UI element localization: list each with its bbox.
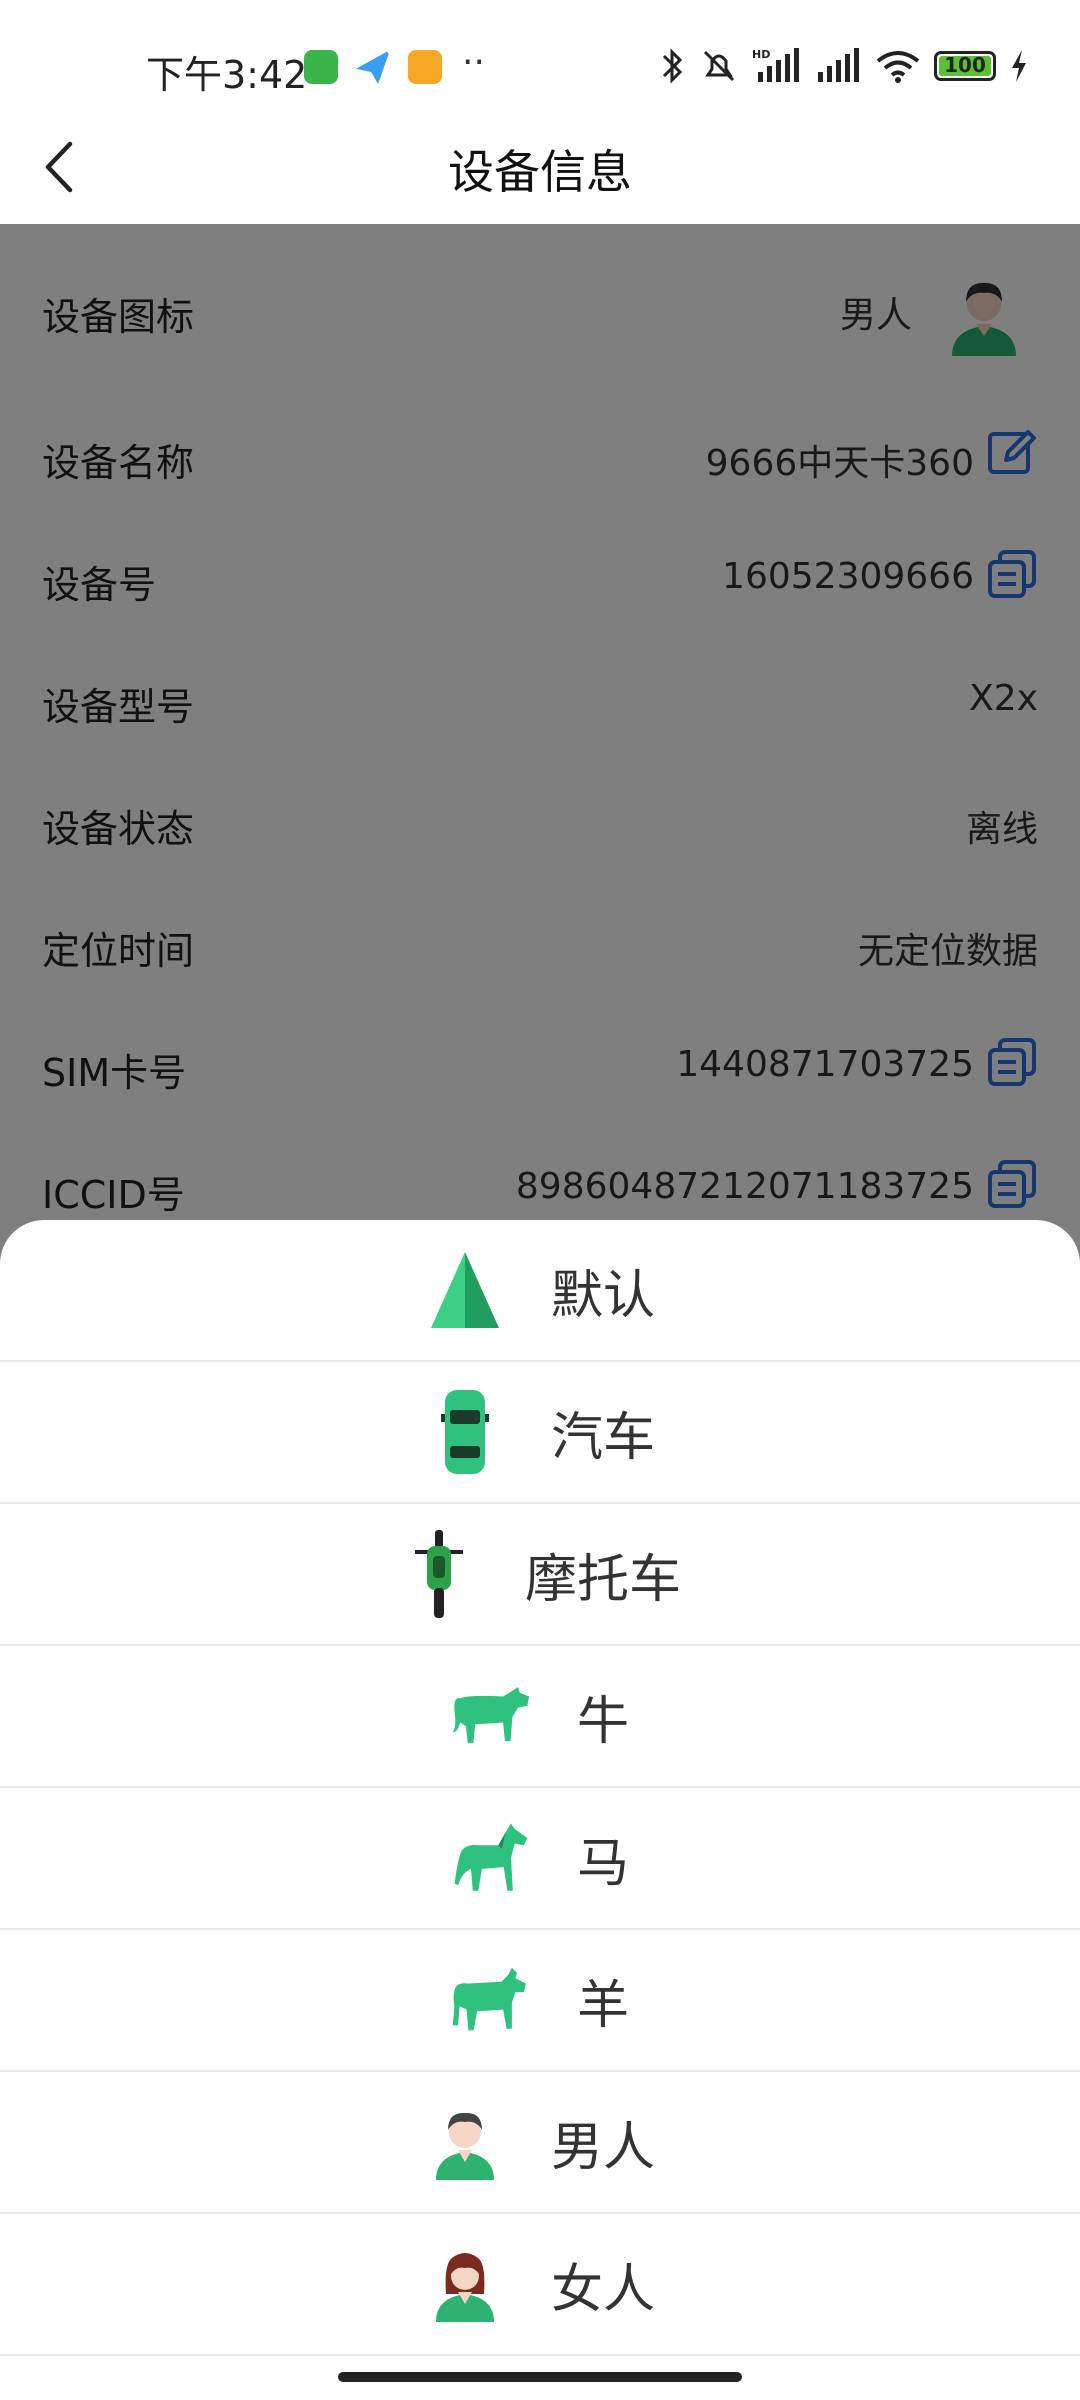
option-cow[interactable]: 牛 [0, 1646, 1080, 1788]
home-indicator[interactable] [338, 2372, 742, 2382]
option-label: 摩托车 [524, 1549, 681, 1610]
message-app-icon [408, 50, 442, 84]
wifi-icon [876, 51, 920, 83]
page-title: 设备信息 [448, 145, 632, 199]
option-motorcycle[interactable]: 摩托车 [0, 1504, 1080, 1646]
option-woman[interactable]: 女人 [0, 2214, 1080, 2356]
notification-icons [304, 50, 442, 84]
svg-text:HD: HD [752, 48, 770, 61]
bluetooth-icon [662, 48, 683, 84]
option-horse[interactable]: 马 [0, 1788, 1080, 1930]
man-icon [435, 2112, 494, 2180]
icon-picker-sheet: 默认 汽车 摩托车 牛 马 羊 男人 女人 [0, 1220, 1080, 2400]
option-label: 女人 [550, 2259, 655, 2320]
option-sheep[interactable]: 羊 [0, 1930, 1080, 2072]
option-label: 男人 [550, 2117, 655, 2178]
more-notifications-icon: ·· [462, 42, 485, 83]
mute-bell-icon [703, 50, 735, 82]
option-default[interactable]: 默认 [0, 1220, 1080, 1362]
horse-icon [454, 1823, 528, 1891]
signal-hd-icon: HD [752, 48, 799, 82]
status-right-icons: HD 100 [660, 46, 1028, 86]
navigation-arrow-icon [430, 1252, 499, 1328]
option-car[interactable]: 汽车 [0, 1362, 1080, 1504]
option-label: 羊 [576, 1975, 629, 2036]
option-label: 汽车 [550, 1407, 655, 1468]
signal-icon [818, 48, 859, 82]
option-label: 默认 [550, 1265, 655, 1326]
woman-icon [435, 2253, 494, 2322]
car-icon [440, 1390, 489, 1474]
battery-icon: 100 [934, 51, 996, 81]
wechat-app-icon [304, 50, 338, 84]
option-label: 马 [576, 1833, 629, 1894]
motorcycle-icon [414, 1530, 463, 1618]
app-header: 设备信息 [0, 100, 1080, 224]
option-man[interactable]: 男人 [0, 2072, 1080, 2214]
goat-icon [452, 1967, 526, 2031]
paper-plane-app-icon [356, 50, 390, 84]
charging-icon [1012, 50, 1026, 82]
status-time: 下午3:42 [146, 53, 308, 97]
cow-icon [452, 1687, 530, 1743]
option-label: 牛 [576, 1691, 629, 1752]
